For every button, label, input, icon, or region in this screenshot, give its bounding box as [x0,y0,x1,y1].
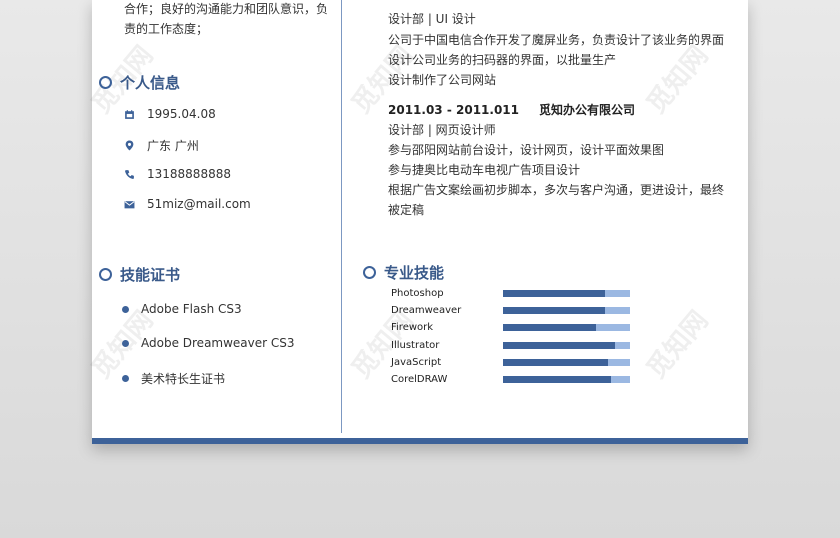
skill-bar-fill [503,324,596,332]
skill-bar-fill [503,290,605,297]
watermark: 觅知网 [641,305,715,385]
skill-bar-fill [503,376,611,383]
skill-bar-track [503,376,630,383]
circle-icon [99,76,112,89]
circle-icon [363,266,376,279]
exp-line: 被定稿 [388,203,425,217]
watermark: 觅知网 [641,40,715,120]
phone-row: 13188888888 [124,167,231,181]
location-text: 广东 广州 [147,139,199,153]
intro-line: 责的工作态度； [124,22,209,36]
exp-line: 设计公司业务的扫码器的界面，以批量生产 [388,53,617,67]
skill-row: Photoshop [391,288,630,299]
section-title-label: 技能证书 [120,266,181,284]
skill-row: CorelDRAW [391,374,630,385]
section-title-certs: 技能证书 [99,264,180,285]
birth-row: 1995.04.08 [124,107,216,121]
location-row: 广东 广州 [124,137,199,154]
bullet-dot [122,339,129,347]
skill-bar-track [503,290,630,297]
exp-company: 觅知办公有限公司 [539,103,636,117]
skill-bar-track [503,341,630,349]
exp-line: 根据广告文案绘画初步脚本，多次与客户沟通，更进设计，最终 [388,183,725,197]
skill-name: Firework [391,322,434,334]
skill-bar-track [503,358,630,366]
exp-line: 公司于中国电信合作开发了魔屏业务，负责设计了该业务的界面 [388,33,725,47]
resume-page: 觅知网 觅知网 觅知网 觅知网 觅知网 觅知网 合作；良好的沟通能力和团队意识，… [86,0,748,444]
section-title-label: 专业技能 [384,264,445,282]
skill-bar-track [503,324,630,332]
phone-number: 13188888888 [147,167,231,181]
location-pin-icon [124,140,135,151]
skill-name: Dreamweaver [391,305,462,317]
mail-icon [124,199,135,210]
skill-row: Dreamweaver [391,305,630,316]
skill-bar-track [503,307,630,315]
bottom-accent-bar [92,438,748,444]
email-address: 51miz@mail.com [147,197,251,211]
birth-date: 1995.04.08 [147,107,216,121]
bullet-dot [122,375,129,382]
exp-dept: 设计部 | 网页设计师 [388,123,496,137]
cert-name: Adobe Dreamweaver CS3 [141,336,295,350]
cert-name: Adobe Flash CS3 [141,302,242,316]
skill-name: CorelDRAW [391,374,448,385]
exp-period: 2011.03 - 2011.011 [388,103,519,117]
circle-icon [99,268,112,281]
skill-bar-fill [503,307,605,315]
bullet-dot [122,305,129,313]
skill-name: Photoshop [391,288,444,299]
section-title-personal: 个人信息 [99,72,180,93]
cert-item: 美术特长生证书 [122,370,225,387]
skill-bar-fill [503,358,609,366]
section-title-skills: 专业技能 [363,262,444,283]
exp-dept: 设计部 | UI 设计 [388,12,476,26]
exp-line: 设计制作了公司网站 [388,73,497,87]
skill-bar-fill [503,341,615,349]
email-row: 51miz@mail.com [124,197,251,211]
column-divider [341,0,342,433]
intro-line: 合作；良好的沟通能力和团队意识，负 [124,2,329,16]
skill-name: JavaScript [391,356,442,368]
exp-line: 参与捷奥比电动车电视广告项目设计 [388,163,581,177]
skill-row: Illustrator [391,340,630,351]
exp-line: 参与邵阳网站前台设计，设计网页，设计平面效果图 [388,143,665,157]
skill-row: JavaScript [391,357,630,368]
exp-header: 2011.03 - 2011.011 觅知办公有限公司 [388,101,635,118]
cert-item: Adobe Dreamweaver CS3 [122,336,295,350]
calendar-icon [124,109,135,120]
cert-name: 美术特长生证书 [141,372,226,386]
phone-icon [124,169,135,180]
skill-name: Illustrator [391,339,440,351]
skill-row: Firework [391,322,630,333]
cert-item: Adobe Flash CS3 [122,302,242,316]
section-title-label: 个人信息 [120,74,181,92]
